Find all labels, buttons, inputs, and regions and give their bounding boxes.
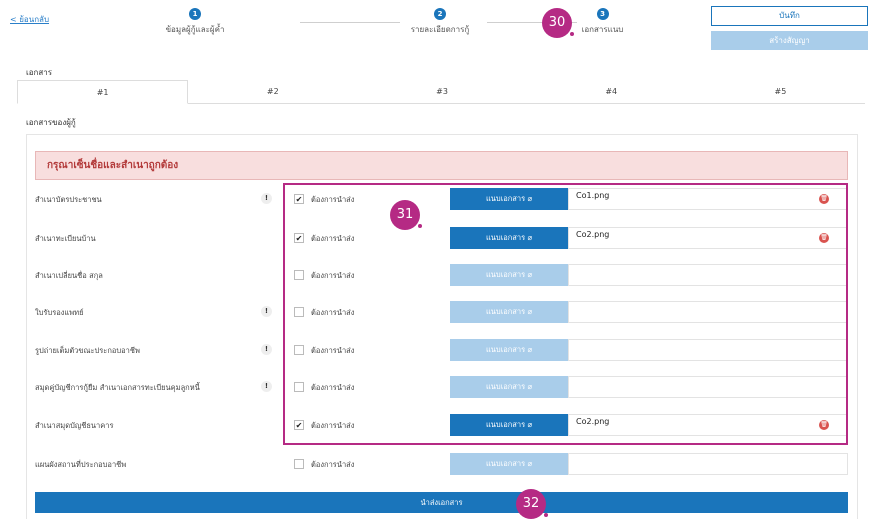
document-label: สำเนาบัตรประชาชน [35,195,102,204]
document-label: สำเนาเปลี่ยนชื่อ สกุล [35,271,103,280]
submit-required-checkbox[interactable] [294,459,304,469]
save-button[interactable]: บันทึก [711,6,868,26]
tab-1[interactable]: #1 [17,80,189,104]
attach-document-button[interactable]: แนบเอกสาร ⌀ [450,453,568,475]
info-icon[interactable]: ! [261,344,272,355]
step-2-label: รายละเอียดการกู้ [410,25,470,34]
step-2-number: 2 [434,8,446,20]
tab-bar: #1 #2 #3 #4 #5 [17,80,865,104]
document-label: รูปถ่ายเต็มตัวขณะประกอบอาชีพ [35,346,140,355]
step-1-number: 1 [189,8,201,20]
back-link[interactable]: < ย้อนกลับ [10,13,49,26]
step-1: 1 ข้อมูลผู้กู้และผู้ค้ำ [150,8,240,36]
document-label: แผนผังสถานที่ประกอบอาชีพ [35,460,127,469]
annotation-highlight-box [283,183,848,445]
step-connector [300,22,400,23]
paperclip-icon: ⌀ [525,459,533,468]
checkbox-label: ต้องการนำส่ง [311,460,355,469]
document-owner-label: เอกสารของผู้กู้ [26,118,76,127]
info-icon[interactable]: ! [261,381,272,392]
callout-marker: 32 [516,489,548,519]
create-contract-button[interactable]: สร้างสัญญา [711,31,868,50]
section-title: เอกสาร [26,68,53,77]
step-3-number: 3 [596,8,609,20]
document-label: สำเนาสมุดบัญชีธนาคาร [35,421,114,430]
info-icon[interactable]: ! [261,193,272,204]
tab-3[interactable]: #3 [357,80,526,103]
callout-marker: 31 [390,200,422,230]
tab-5[interactable]: #5 [696,80,865,103]
info-icon[interactable]: ! [261,306,272,317]
document-label: สมุดคู่บัญชีการกู้ยืม สำเนาเอกสารทะเบียน… [35,383,200,392]
tab-4[interactable]: #4 [527,80,696,103]
file-name-field [568,453,848,475]
alert-message: กรุณาเซ็นชื่อและสำเนาถูกต้อง [35,151,848,180]
step-3-label: เอกสารแนบ [581,25,624,34]
submit-documents-button[interactable]: นำส่งเอกสาร [35,492,848,513]
step-1-label: ข้อมูลผู้กู้และผู้ค้ำ [165,25,225,34]
document-label: ใบรับรองแพทย์ [35,308,84,317]
document-row: แผนผังสถานที่ประกอบอาชีพ ต้องการนำส่ง แนบเ… [35,453,848,475]
attach-document-label: แนบเอกสาร [485,459,526,468]
document-label: สำเนาทะเบียนบ้าน [35,234,96,243]
tab-2[interactable]: #2 [188,80,357,103]
step-3: 3 เอกสารแนบ [570,8,635,36]
callout-marker: 30 [542,8,574,38]
step-2: 2 รายละเอียดการกู้ [395,8,485,36]
